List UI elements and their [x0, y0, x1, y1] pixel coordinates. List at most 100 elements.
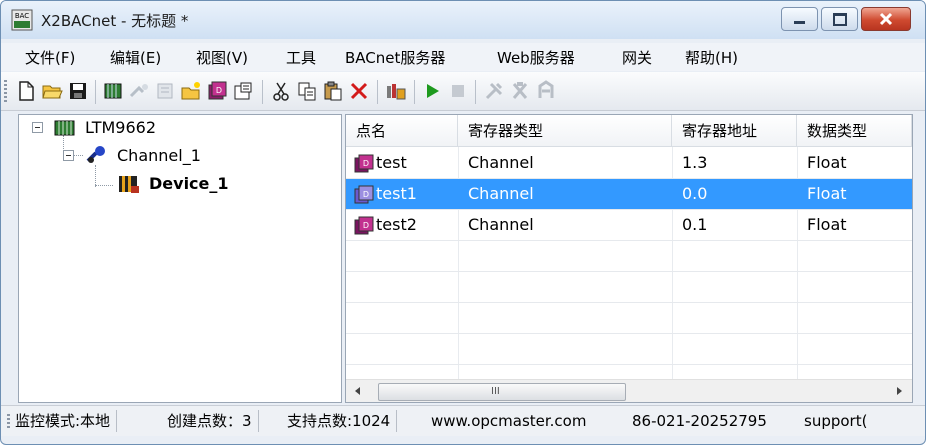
cell-register-type: Channel — [468, 184, 534, 203]
svg-text:D: D — [216, 86, 222, 95]
cell-data-type: Float — [807, 184, 847, 203]
toolbar-grip[interactable] — [4, 80, 7, 104]
column-header-register-type[interactable]: 寄存器类型 — [458, 115, 672, 147]
point-icon: D — [354, 216, 374, 235]
tree-connector — [95, 185, 113, 187]
toolbar-separator — [262, 80, 263, 104]
cell-register-address: 0.0 — [682, 184, 708, 203]
add-device-icon[interactable] — [154, 80, 176, 102]
load-icon[interactable] — [509, 80, 531, 102]
maximize-button[interactable] — [821, 7, 858, 31]
horizontal-scrollbar[interactable]: III — [346, 379, 912, 402]
menu-bacnet-server[interactable]: BACnet服务器 — [345, 47, 445, 68]
new-file-icon[interactable] — [15, 80, 37, 102]
table-row-empty — [346, 272, 912, 303]
window-title: X2BACnet - 无标题 * — [41, 12, 189, 30]
menu-tools[interactable]: 工具 — [286, 47, 316, 68]
add-folder-icon[interactable] — [180, 80, 202, 102]
status-mode: 监控模式:本地 — [15, 410, 118, 432]
table-row[interactable]: D test2 Channel 0.1 Float — [346, 210, 912, 241]
scroll-right-icon[interactable] — [895, 386, 903, 396]
toolbar-separator — [414, 80, 415, 104]
add-channel-icon[interactable] — [128, 80, 150, 102]
copy-icon[interactable] — [296, 80, 318, 102]
status-created-points: 创建点数：3 — [167, 410, 259, 432]
properties-icon[interactable] — [232, 80, 254, 102]
scrollbar-grip: III — [491, 386, 500, 397]
cut-icon[interactable] — [270, 80, 292, 102]
cell-register-type: Channel — [468, 153, 534, 172]
tree-expander-root[interactable] — [32, 122, 43, 133]
column-header-data-type[interactable]: 数据类型 — [797, 115, 912, 147]
tree-item-channel[interactable]: Channel_1 — [117, 146, 201, 165]
toolbar-separator — [475, 80, 476, 104]
menu-file[interactable]: 文件(F) — [25, 47, 75, 68]
tree-item-ltm9662[interactable]: LTM9662 — [85, 118, 156, 137]
status-email: support( — [804, 412, 868, 430]
status-bar: 监控模式:本地 创建点数：3 支持点数:1024 www.opcmaster.c… — [1, 405, 925, 436]
table-row-empty — [346, 241, 912, 272]
table-row-selected[interactable]: D test1 Channel 0.0 Float — [346, 179, 912, 210]
import-icon[interactable] — [385, 80, 407, 102]
close-button[interactable] — [861, 7, 911, 31]
status-phone: 86-021-20252795 — [632, 412, 767, 430]
run-icon[interactable] — [421, 80, 443, 102]
cell-register-address: 1.3 — [682, 153, 708, 172]
svg-text:D: D — [363, 159, 369, 168]
menu-web-server[interactable]: Web服务器 — [497, 47, 575, 68]
save-icon[interactable] — [67, 80, 89, 102]
device-icon[interactable] — [102, 80, 124, 102]
menu-help[interactable]: 帮助(H) — [685, 47, 738, 68]
app-icon: BAC — [11, 9, 33, 31]
menu-bar: 文件(F) 编辑(E) 视图(V) 工具 BACnet服务器 Web服务器 网关… — [1, 43, 925, 71]
add-point-icon[interactable]: D — [206, 80, 228, 102]
cell-name: test2 — [376, 215, 417, 234]
cell-name: test — [376, 153, 407, 172]
toolbar: D — [1, 72, 925, 111]
point-icon: D — [354, 185, 374, 204]
tree-connector — [95, 165, 97, 187]
device-node-icon — [119, 176, 139, 193]
cell-name: test1 — [376, 184, 417, 203]
scrollbar-thumb[interactable]: III — [378, 383, 626, 401]
points-list[interactable]: 点名 寄存器类型 寄存器地址 数据类型 D test Channel 1.3 F… — [345, 114, 913, 403]
cell-data-type: Float — [807, 153, 847, 172]
device-icon — [54, 120, 75, 136]
tree-pane[interactable]: LTM9662 Channel_1 Device_1 — [18, 114, 342, 403]
scroll-left-icon[interactable] — [354, 386, 362, 396]
app-window: BAC X2BACnet - 无标题 * 文件(F) 编辑(E) 视图(V) 工… — [0, 0, 926, 445]
status-website: www.opcmaster.com — [431, 412, 587, 430]
svg-text:D: D — [363, 221, 369, 230]
cell-register-address: 0.1 — [682, 215, 708, 234]
cell-data-type: Float — [807, 215, 847, 234]
menu-gateway[interactable]: 网关 — [622, 47, 652, 68]
status-grip — [7, 414, 10, 430]
tree-expander-channel[interactable] — [63, 150, 74, 161]
close-icon — [879, 12, 893, 26]
point-icon: D — [354, 154, 374, 173]
cell-register-type: Channel — [468, 215, 534, 234]
channel-icon — [86, 146, 105, 163]
maximize-icon — [833, 13, 847, 26]
title-bar[interactable]: BAC X2BACnet - 无标题 * — [1, 1, 925, 39]
svg-text:BAC: BAC — [15, 12, 29, 20]
minimize-icon — [794, 21, 805, 24]
stop-icon[interactable] — [447, 80, 469, 102]
column-header-name[interactable]: 点名 — [346, 115, 458, 147]
paste-icon[interactable] — [322, 80, 344, 102]
delete-icon[interactable] — [348, 80, 370, 102]
table-row[interactable]: D test Channel 1.3 Float — [346, 148, 912, 179]
status-supported-points: 支持点数:1024 — [287, 410, 398, 432]
table-row-empty — [346, 303, 912, 334]
toolbar-separator — [95, 80, 96, 104]
column-header-register-address[interactable]: 寄存器地址 — [672, 115, 797, 147]
tools-icon[interactable] — [483, 80, 505, 102]
table-row-empty — [346, 334, 912, 365]
minimize-button[interactable] — [781, 7, 818, 31]
menu-edit[interactable]: 编辑(E) — [110, 47, 161, 68]
upload-icon[interactable] — [535, 80, 557, 102]
svg-text:D: D — [363, 190, 369, 199]
tree-item-device[interactable]: Device_1 — [149, 174, 229, 193]
menu-view[interactable]: 视图(V) — [196, 47, 248, 68]
open-folder-icon[interactable] — [41, 80, 63, 102]
